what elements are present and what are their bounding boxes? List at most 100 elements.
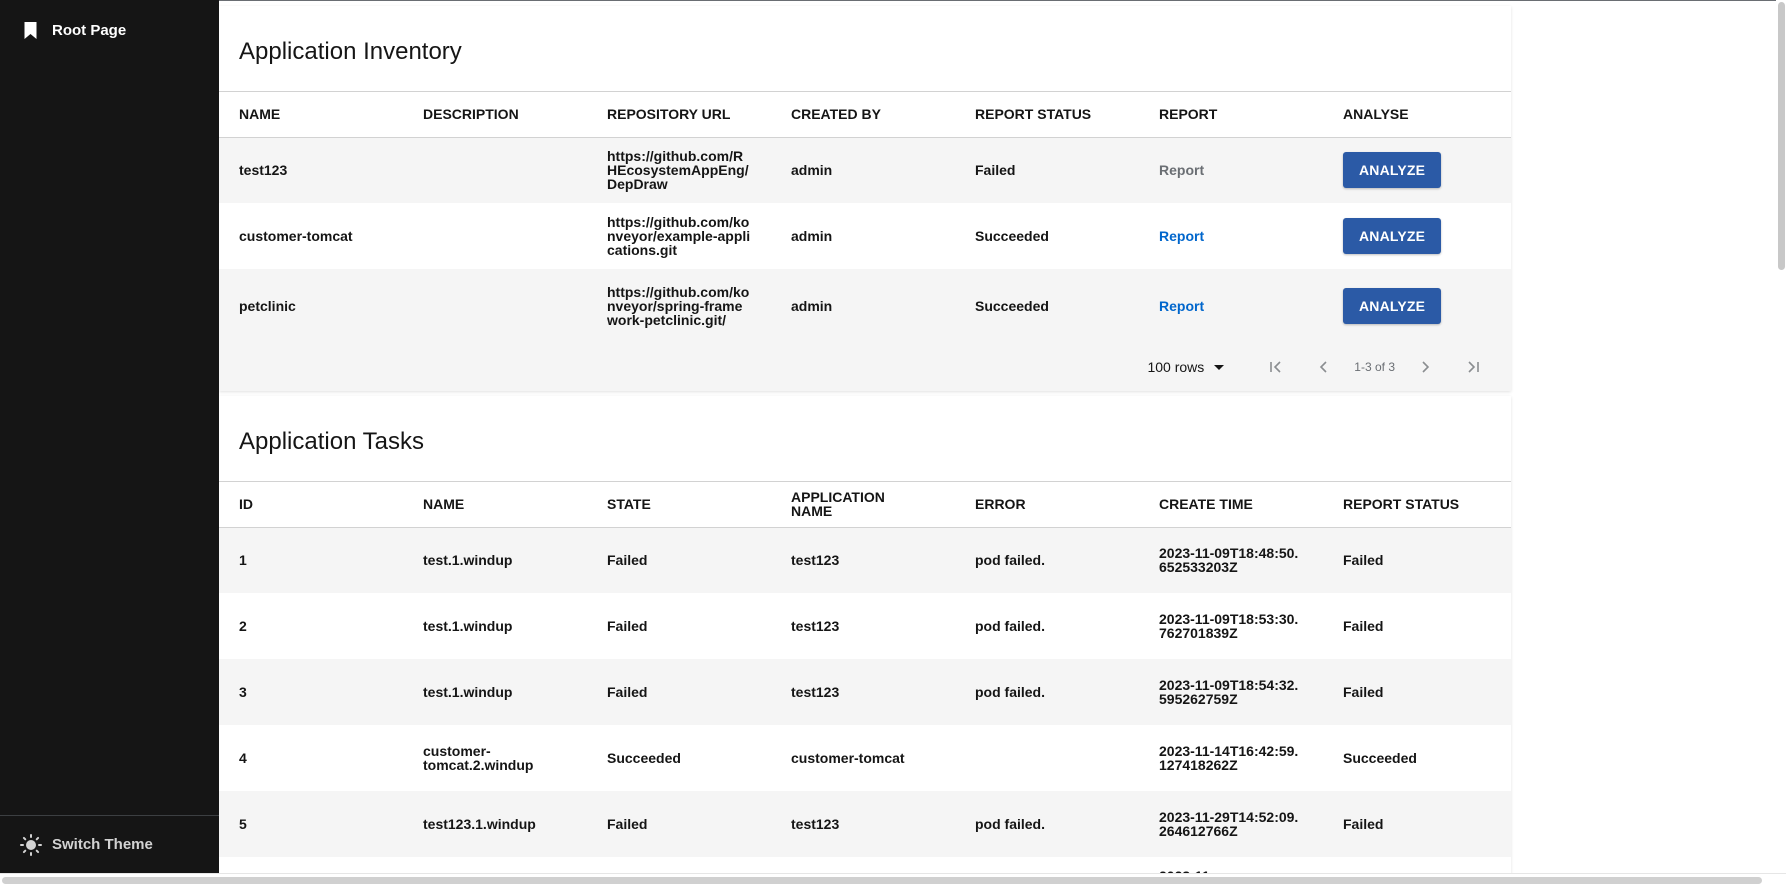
bookmark-icon — [24, 22, 37, 39]
column-header-report-status[interactable]: REPORT STATUS — [1323, 482, 1511, 528]
column-header-application-name[interactable]: APPLICATION NAME — [771, 482, 955, 528]
task-report-status: Failed — [1343, 684, 1384, 700]
horizontal-scrollbar[interactable] — [0, 873, 1786, 886]
task-application-name: test123 — [791, 816, 840, 832]
task-name: test123.1.windup — [423, 816, 536, 832]
application-tasks-card: Application Tasks ID NAME STATE APPLICAT… — [219, 396, 1511, 873]
switch-theme-button[interactable]: Switch Theme — [0, 815, 219, 873]
task-create-time: 2023-11-09T18:53:30.762701839Z — [1159, 611, 1299, 641]
rows-per-page-select[interactable]: 100 rows — [1147, 359, 1225, 375]
task-name: test.1.windup — [423, 552, 513, 569]
app-name: customer-tomcat — [239, 228, 353, 244]
vertical-scrollbar[interactable] — [1776, 0, 1786, 873]
app-description — [403, 137, 587, 203]
application-inventory-card: Application Inventory NAME DESCRIPTION R… — [219, 6, 1511, 391]
task-state: Succeeded — [607, 750, 681, 766]
task-create-time: 2023-11-29T14:52:09.264612766Z — [1159, 809, 1299, 839]
first-page-button[interactable] — [1252, 360, 1300, 374]
report-link[interactable]: Report — [1159, 298, 1204, 314]
analyze-button[interactable]: ANALYZE — [1343, 288, 1442, 324]
sidebar-item-root-page[interactable]: Root Page — [23, 22, 126, 39]
column-header-state[interactable]: STATE — [587, 482, 771, 528]
column-header-analyse[interactable]: ANALYSE — [1323, 92, 1511, 138]
task-id: 5 — [239, 816, 247, 832]
task-application-name: customer-tomcat — [791, 750, 905, 766]
task-application-name: test123 — [791, 684, 840, 700]
next-page-button[interactable] — [1401, 360, 1449, 374]
created-by: admin — [791, 228, 833, 244]
task-name — [403, 857, 587, 873]
task-error: pod failed. — [975, 816, 1045, 832]
report-status: Failed — [975, 162, 1016, 179]
column-header-report[interactable]: REPORT — [1139, 92, 1323, 138]
task-create-time: 2023-11-09T18:48:50.652533203Z — [1159, 545, 1299, 576]
task-create-time: 2023-11-09T18:54:32.595262759Z — [1159, 677, 1299, 707]
task-error: pod failed. — [975, 618, 1045, 634]
created-by: admin — [791, 298, 833, 314]
task-state: Failed — [607, 552, 648, 569]
first-page-icon — [1270, 361, 1281, 373]
table-header-row: NAME DESCRIPTION REPOSITORY URL CREATED … — [219, 92, 1511, 138]
table-row: 2 test.1.windup Failed test123 pod faile… — [219, 593, 1511, 659]
app-name: petclinic — [239, 298, 296, 314]
chevron-right-icon — [1422, 361, 1430, 373]
task-id: 4 — [239, 750, 247, 766]
task-id: 3 — [239, 684, 247, 700]
column-header-description[interactable]: DESCRIPTION — [403, 92, 587, 138]
task-id: 2 — [239, 618, 247, 634]
top-divider — [219, 0, 1776, 1]
column-header-error[interactable]: ERROR — [955, 482, 1139, 528]
rows-per-page-value: 100 rows — [1147, 359, 1205, 375]
last-page-icon — [1468, 361, 1479, 373]
task-error: pod failed. — [975, 684, 1045, 700]
task-id — [219, 857, 403, 873]
analyze-button[interactable]: ANALYZE — [1343, 152, 1442, 189]
column-header-name[interactable]: NAME — [219, 92, 403, 138]
table-row: 2023-11- — [219, 857, 1511, 873]
task-create-time: 2023-11-14T16:42:59.127418262Z — [1159, 743, 1299, 773]
previous-page-button[interactable] — [1300, 360, 1348, 374]
last-page-button[interactable] — [1449, 360, 1497, 374]
vertical-scroll-thumb[interactable] — [1778, 2, 1785, 270]
task-report-status — [1323, 857, 1511, 873]
table-header-row: ID NAME STATE APPLICATION NAME ERROR CRE… — [219, 482, 1511, 528]
column-header-repository-url[interactable]: REPOSITORY URL — [587, 92, 771, 138]
table-row: 3 test.1.windup Failed test123 pod faile… — [219, 659, 1511, 725]
table-row: petclinic https://github.com/konveyor/sp… — [219, 269, 1511, 343]
repository-url: https://github.com/konveyor/spring-frame… — [607, 284, 750, 328]
task-application-name: test123 — [791, 618, 840, 634]
column-header-report-status[interactable]: REPORT STATUS — [955, 92, 1139, 138]
task-report-status: Failed — [1343, 816, 1384, 832]
column-header-create-time[interactable]: CREATE TIME — [1139, 482, 1323, 528]
table-row: 4 customer-tomcat.2.windup Succeeded cus… — [219, 725, 1511, 791]
section-title: Application Tasks — [219, 396, 1511, 482]
report-status: Succeeded — [975, 298, 1049, 314]
tasks-table: ID NAME STATE APPLICATION NAME ERROR CRE… — [219, 482, 1511, 873]
app-root: Root Page Switch Theme Application Inven… — [0, 0, 1786, 886]
main-content: Application Inventory NAME DESCRIPTION R… — [219, 0, 1776, 873]
switch-theme-label: Switch Theme — [52, 836, 153, 853]
app-name: test123 — [239, 162, 288, 179]
column-header-id[interactable]: ID — [219, 482, 403, 528]
horizontal-scroll-thumb[interactable] — [2, 877, 1762, 884]
table-row: 5 test123.1.windup Failed test123 pod fa… — [219, 791, 1511, 857]
task-name: test.1.windup — [423, 684, 513, 700]
sun-icon — [20, 833, 42, 856]
report-link[interactable]: Report — [1159, 228, 1204, 244]
app-description — [403, 203, 587, 269]
analyze-button[interactable]: ANALYZE — [1343, 218, 1442, 254]
task-error — [955, 857, 1139, 873]
chevron-left-icon — [1320, 361, 1327, 373]
task-error — [955, 725, 1139, 791]
table-row: 1 test.1.windup Failed test123 pod faile… — [219, 527, 1511, 593]
task-name: customer-tomcat.2.windup — [423, 743, 534, 773]
table-row: test123 https://github.com/RHEcosystemAp… — [219, 137, 1511, 203]
report-link: Report — [1159, 162, 1205, 179]
task-application-name — [771, 857, 955, 873]
column-header-created-by[interactable]: CREATED BY — [771, 92, 955, 138]
repository-url: https://github.com/RHEcosystemAppEng/Dep… — [607, 148, 749, 193]
repository-url: https://github.com/konveyor/example-appl… — [607, 214, 751, 258]
task-id: 1 — [239, 552, 247, 569]
pagination: 100 rows 1-3 of 3 — [219, 343, 1511, 391]
column-header-name[interactable]: NAME — [403, 482, 587, 528]
